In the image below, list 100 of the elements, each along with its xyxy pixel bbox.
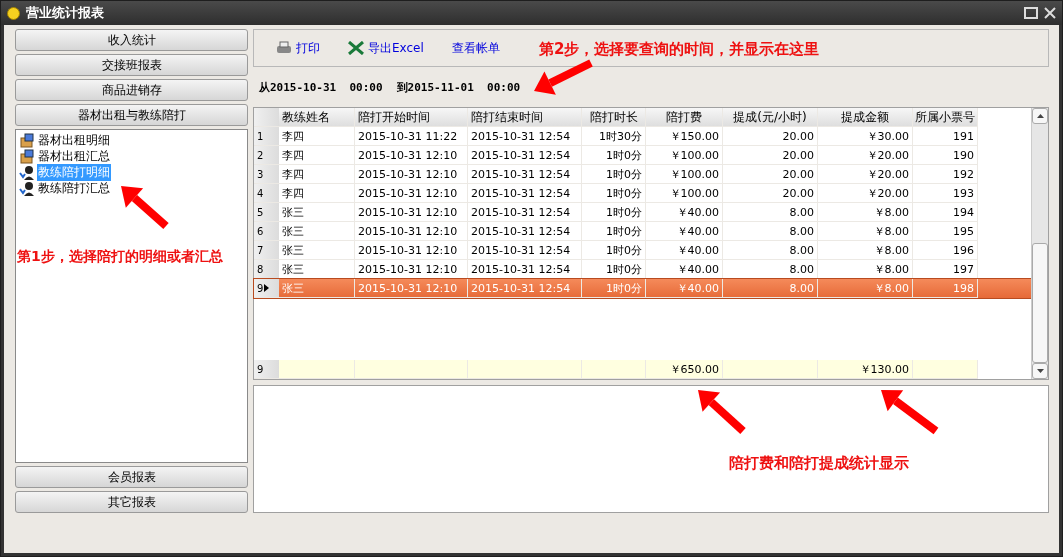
column-header[interactable]: 陪打开始时间: [355, 108, 468, 127]
table-cell: 1时0分: [582, 279, 646, 298]
table-cell: 张三: [279, 203, 355, 222]
maximize-icon[interactable]: [1024, 7, 1038, 19]
row-header[interactable]: 2: [254, 146, 279, 165]
row-header[interactable]: 7: [254, 241, 279, 260]
table-cell: 8.00: [723, 241, 818, 260]
table-cell: ￥100.00: [646, 146, 723, 165]
annotation-arrow: [881, 390, 939, 435]
table-cell: ￥40.00: [646, 222, 723, 241]
total-cell: [582, 360, 646, 379]
table-cell: 8.00: [723, 203, 818, 222]
report-button[interactable]: 收入统计: [15, 29, 248, 51]
table-cell: ￥8.00: [818, 222, 913, 241]
current-row-icon: [264, 284, 270, 292]
annotation-arrow: [534, 59, 593, 95]
table-cell: 1时0分: [582, 184, 646, 203]
table-cell: 1时30分: [582, 127, 646, 146]
table-cell: 20.00: [723, 184, 818, 203]
table-cell: ￥100.00: [646, 165, 723, 184]
toolbar-button[interactable]: 导出Excel: [348, 39, 424, 57]
table-cell: 李四: [279, 165, 355, 184]
table-cell: 2015-10-31 11:22: [355, 127, 468, 146]
column-header[interactable]: 提成(元/小时): [723, 108, 818, 127]
annotation-text: 第1步，选择陪打的明细或者汇总: [17, 248, 223, 266]
table-cell: 1时0分: [582, 165, 646, 184]
report-button[interactable]: 器材出租与教练陪打: [15, 104, 248, 126]
table-cell: 2015-10-31 12:54: [468, 127, 582, 146]
table-cell: 193: [913, 184, 978, 203]
table-cell: 198: [913, 279, 978, 298]
table-cell: 2015-10-31 12:54: [468, 241, 582, 260]
table-cell: 李四: [279, 127, 355, 146]
table-cell: 190: [913, 146, 978, 165]
annotation-text: 第2步，选择要查询的时间，并显示在这里: [539, 40, 820, 59]
tree-item[interactable]: 教练陪打汇总: [37, 179, 111, 197]
table-cell: ￥150.00: [646, 127, 723, 146]
toolbar-button[interactable]: 打印: [276, 39, 320, 57]
tree-item[interactable]: 器材出租明细: [37, 131, 111, 149]
column-header[interactable]: 陪打时长: [582, 108, 646, 127]
table-cell: 李四: [279, 146, 355, 165]
table-cell: 191: [913, 127, 978, 146]
table-cell: ￥8.00: [818, 203, 913, 222]
column-header[interactable]: 所属小票号: [913, 108, 978, 127]
table-cell: 2015-10-31 12:10: [355, 222, 468, 241]
table-cell: 李四: [279, 184, 355, 203]
report-button[interactable]: 商品进销存: [15, 79, 248, 101]
table-cell: 张三: [279, 279, 355, 298]
row-header[interactable]: 3: [254, 165, 279, 184]
scroll-thumb[interactable]: [1032, 243, 1048, 363]
column-header[interactable]: 提成金额: [818, 108, 913, 127]
table-cell: 2015-10-31 12:54: [468, 184, 582, 203]
report-button[interactable]: 交接班报表: [15, 54, 248, 76]
table-cell: 2015-10-31 12:10: [355, 203, 468, 222]
toolbar-button[interactable]: 查看帐单: [451, 39, 500, 57]
row-header[interactable]: 6: [254, 222, 279, 241]
report-button[interactable]: 会员报表: [15, 466, 248, 488]
scrollbar[interactable]: [1031, 108, 1048, 379]
table-cell: ￥20.00: [818, 146, 913, 165]
table-cell: 20.00: [723, 165, 818, 184]
date-to: 到2015-11-01 00:00: [396, 79, 521, 95]
row-header[interactable]: 9: [254, 279, 279, 298]
row-header[interactable]: 1: [254, 127, 279, 146]
table-cell: 2015-10-31 12:10: [355, 165, 468, 184]
column-header[interactable]: 教练姓名: [279, 108, 355, 127]
table-cell: 2015-10-31 12:10: [355, 146, 468, 165]
total-cell: ￥130.00: [818, 360, 913, 379]
report-button[interactable]: 其它报表: [15, 491, 248, 513]
table-cell: 8.00: [723, 279, 818, 298]
close-icon[interactable]: [1044, 7, 1056, 19]
table-cell: ￥40.00: [646, 279, 723, 298]
row-header[interactable]: 5: [254, 203, 279, 222]
annotation-text: 陪打费和陪打提成统计显示: [729, 454, 909, 473]
row-header: 9: [254, 360, 279, 379]
date-from: 从2015-10-31 00:00: [259, 79, 383, 95]
table-cell: 192: [913, 165, 978, 184]
column-header[interactable]: 陪打结束时间: [468, 108, 582, 127]
down-icon[interactable]: [1036, 369, 1044, 373]
table-cell: 20.00: [723, 127, 818, 146]
up-icon[interactable]: [1036, 114, 1044, 118]
person-icon: [19, 164, 35, 180]
table-cell: 2015-10-31 12:10: [355, 184, 468, 203]
table-cell: ￥20.00: [818, 165, 913, 184]
row-header[interactable]: 4: [254, 184, 279, 203]
table-cell: 1时0分: [582, 203, 646, 222]
table-cell: 8.00: [723, 222, 818, 241]
tree-item[interactable]: 器材出租汇总: [37, 147, 111, 165]
total-cell: [913, 360, 978, 379]
table-cell: 195: [913, 222, 978, 241]
window-title: 营业统计报表: [26, 4, 105, 22]
person-icon: [19, 180, 35, 196]
printer-icon: [276, 41, 292, 55]
column-header[interactable]: 陪打费: [646, 108, 723, 127]
table-cell: 1时0分: [582, 241, 646, 260]
app-icon: [7, 6, 20, 20]
table-cell: ￥8.00: [818, 241, 913, 260]
table-cell: 2015-10-31 12:10: [355, 241, 468, 260]
table-cell: 张三: [279, 241, 355, 260]
table-cell: ￥40.00: [646, 241, 723, 260]
table-cell: 2015-10-31 12:54: [468, 146, 582, 165]
annotation-arrow: [121, 186, 169, 229]
